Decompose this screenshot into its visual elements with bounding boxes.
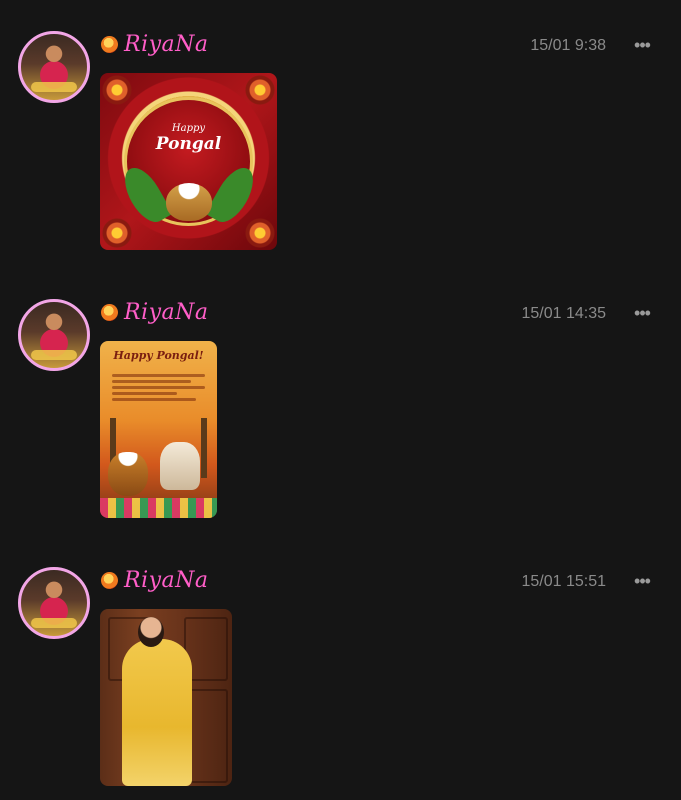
post-timestamp: 15/01 15:51 — [521, 573, 606, 590]
pongal-pot-illustration — [166, 183, 212, 221]
level-badge-icon — [101, 572, 118, 589]
post-timestamp: 15/01 9:38 — [530, 37, 606, 54]
level-badge-icon — [101, 304, 118, 321]
person-head — [138, 617, 164, 647]
image-heading: Happy Pongal — [100, 123, 277, 154]
user-avatar[interactable] — [18, 299, 90, 371]
rangoli-decoration — [100, 498, 217, 518]
user-avatar[interactable] — [18, 567, 90, 639]
image-heading-large: Pongal — [155, 134, 222, 154]
more-options-icon[interactable]: ••• — [628, 31, 656, 59]
cow-illustration — [160, 442, 200, 490]
image-text-block — [112, 371, 205, 404]
more-options-icon[interactable]: ••• — [628, 299, 656, 327]
level-badge-icon — [101, 36, 118, 53]
image-heading: Happy Pongal! — [113, 349, 204, 362]
more-options-icon[interactable]: ••• — [628, 567, 656, 595]
username[interactable]: RiyaNa — [124, 300, 209, 325]
palm-tree-decoration — [201, 418, 207, 478]
post-image[interactable]: Happy Pongal! — [100, 341, 217, 518]
flower-decoration — [102, 218, 132, 248]
user-avatar[interactable] — [18, 31, 90, 103]
flower-decoration — [245, 75, 275, 105]
pongal-pot-illustration — [108, 452, 148, 496]
flower-decoration — [245, 218, 275, 248]
post-image[interactable] — [100, 609, 232, 786]
person-illustration — [122, 639, 192, 786]
username[interactable]: RiyaNa — [124, 32, 209, 57]
post-image[interactable]: Happy Pongal — [100, 73, 277, 250]
username[interactable]: RiyaNa — [124, 568, 209, 593]
flower-decoration — [102, 75, 132, 105]
image-heading-small: Happy — [171, 123, 206, 134]
post-timestamp: 15/01 14:35 — [521, 305, 606, 322]
